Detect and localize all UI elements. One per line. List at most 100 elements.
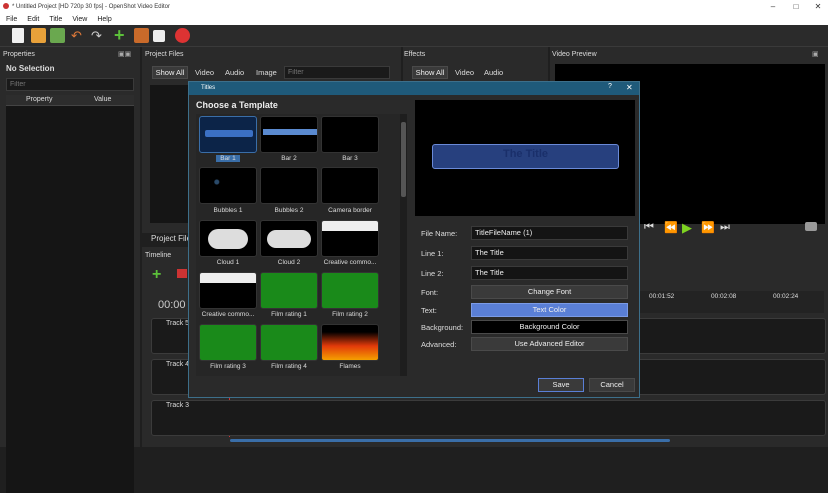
tab-show-all-effects[interactable]: Show All xyxy=(412,66,448,79)
dialog-close-button[interactable]: ✕ xyxy=(626,83,633,92)
tab-audio-files[interactable]: Audio xyxy=(225,68,244,77)
col-property[interactable]: Property xyxy=(26,96,52,103)
template-thumb-bubbles-1[interactable] xyxy=(199,167,257,204)
template-label[interactable]: Bar 3 xyxy=(318,155,382,162)
thumb-bar-graphic xyxy=(205,130,253,137)
text-color-button[interactable]: Text Color xyxy=(471,303,628,317)
close-button[interactable]: ✕ xyxy=(808,0,828,13)
template-label[interactable]: Creative commo... xyxy=(196,311,260,318)
template-thumb-film-rating-4[interactable] xyxy=(260,324,318,361)
choose-profile-icon[interactable] xyxy=(134,28,149,43)
save-button[interactable]: Save xyxy=(538,378,584,392)
minimize-button[interactable]: – xyxy=(763,0,783,13)
template-label[interactable]: Film rating 2 xyxy=(318,311,382,318)
open-project-icon[interactable] xyxy=(31,28,46,43)
new-project-icon[interactable] xyxy=(12,28,24,43)
dock-float-icon[interactable]: ▣▣ xyxy=(118,49,131,61)
choose-template-heading: Choose a Template xyxy=(196,100,278,110)
template-thumb-creative-commons-2[interactable] xyxy=(199,272,257,309)
template-label[interactable]: Creative commo... xyxy=(318,259,382,266)
line2-input[interactable]: The Title xyxy=(471,266,628,280)
text-label: Text: xyxy=(421,306,437,315)
advanced-label: Advanced: xyxy=(421,340,457,349)
line1-input[interactable]: The Title xyxy=(471,246,628,260)
menu-file[interactable]: File xyxy=(6,16,17,23)
import-files-icon[interactable]: + xyxy=(114,26,129,44)
jump-end-icon[interactable]: ⏭ xyxy=(720,221,730,234)
advanced-editor-button[interactable]: Use Advanced Editor xyxy=(471,337,628,351)
play-icon[interactable]: ▶ xyxy=(682,220,692,236)
menu-view[interactable]: View xyxy=(72,16,87,23)
template-label[interactable]: Bubbles 1 xyxy=(196,207,260,214)
template-thumb-film-rating-1[interactable] xyxy=(260,272,318,309)
tab-show-all-files[interactable]: Show All xyxy=(152,66,188,79)
maximize-button[interactable]: □ xyxy=(786,0,806,13)
template-label[interactable]: Camera border xyxy=(318,207,382,214)
tab-video-effects[interactable]: Video xyxy=(455,68,474,77)
background-color-button[interactable]: Background Color xyxy=(471,320,628,334)
template-list: Bar 1 Bar 2 Bar 3 Bubbles 1 Bubbles 2 Ca… xyxy=(196,114,407,376)
tab-video-files[interactable]: Video xyxy=(195,68,214,77)
file-name-label: File Name: xyxy=(421,229,458,238)
properties-panel: Properties ▣▣ No Selection Property Valu… xyxy=(0,47,140,493)
dialog-help-button[interactable]: ? xyxy=(608,83,612,90)
rewind-icon[interactable]: ⏪ xyxy=(664,221,678,234)
template-thumb-cloud-2[interactable] xyxy=(260,220,318,257)
fullscreen-icon[interactable] xyxy=(153,30,165,42)
template-thumb-bubbles-2[interactable] xyxy=(260,167,318,204)
col-value[interactable]: Value xyxy=(94,96,111,103)
fast-forward-icon[interactable]: ⏩ xyxy=(701,221,715,234)
properties-table: Property Value xyxy=(6,95,134,493)
dock-float-icon[interactable]: ▣ xyxy=(812,49,819,61)
track-3[interactable] xyxy=(151,400,826,436)
jump-start-icon[interactable]: ⏮ xyxy=(644,221,654,234)
template-label[interactable]: Cloud 2 xyxy=(257,259,321,266)
template-label[interactable]: Film rating 1 xyxy=(257,311,321,318)
menu-title[interactable]: Title xyxy=(49,16,62,23)
camera-icon[interactable] xyxy=(805,222,817,231)
template-label[interactable]: Bar 1 xyxy=(216,155,240,162)
cancel-button[interactable]: Cancel xyxy=(589,378,635,392)
thumb-cc-graphic xyxy=(322,221,378,231)
template-label[interactable]: Bubbles 2 xyxy=(257,207,321,214)
snap-icon[interactable] xyxy=(177,269,187,278)
template-label[interactable]: Cloud 1 xyxy=(196,259,260,266)
template-thumb-creative-commons-1[interactable] xyxy=(321,220,379,257)
template-thumb-bar-1[interactable] xyxy=(199,116,257,153)
template-thumb-flames[interactable] xyxy=(321,324,379,361)
template-thumb-cloud-1[interactable] xyxy=(199,220,257,257)
template-thumb-film-rating-3[interactable] xyxy=(199,324,257,361)
track-label: Track 5 xyxy=(166,320,190,327)
undo-icon[interactable]: ↶ xyxy=(71,28,86,43)
template-label[interactable]: Flames xyxy=(318,363,382,370)
tab-image-files[interactable]: Image xyxy=(256,68,277,77)
timeline-scrollbar[interactable] xyxy=(230,439,670,442)
menu-bar: File Edit Title View Help xyxy=(0,13,828,25)
add-track-icon[interactable]: + xyxy=(152,266,161,284)
template-thumb-film-rating-2[interactable] xyxy=(321,272,379,309)
template-label[interactable]: Bar 2 xyxy=(257,155,321,162)
redo-icon[interactable]: ↷ xyxy=(91,28,106,43)
template-label[interactable]: Film rating 3 xyxy=(196,363,260,370)
project-files-tab-partial[interactable]: Project File xyxy=(151,234,191,243)
menu-help[interactable]: Help xyxy=(97,16,111,23)
template-thumb-camera-border[interactable] xyxy=(321,167,379,204)
line1-label: Line 1: xyxy=(421,249,444,258)
template-thumb-bar-3[interactable] xyxy=(321,116,379,153)
file-name-input[interactable]: TitleFileName (1) xyxy=(471,226,628,240)
properties-filter-input[interactable] xyxy=(6,78,134,91)
change-font-button[interactable]: Change Font xyxy=(471,285,628,299)
scroll-thumb[interactable] xyxy=(401,122,406,197)
template-label[interactable]: Film rating 4 xyxy=(257,363,321,370)
template-scrollbar[interactable] xyxy=(400,114,407,376)
menu-edit[interactable]: Edit xyxy=(27,16,39,23)
project-files-filter-input[interactable] xyxy=(284,66,390,79)
save-project-icon[interactable] xyxy=(50,28,65,43)
effects-title: Effects xyxy=(404,51,426,58)
background-label: Background: xyxy=(421,323,464,332)
no-selection-label: No Selection xyxy=(6,64,55,73)
toolbar: ↶ ↷ + xyxy=(0,25,828,47)
template-thumb-bar-2[interactable] xyxy=(260,116,318,153)
tab-audio-effects[interactable]: Audio xyxy=(484,68,503,77)
export-video-icon[interactable] xyxy=(175,28,190,43)
